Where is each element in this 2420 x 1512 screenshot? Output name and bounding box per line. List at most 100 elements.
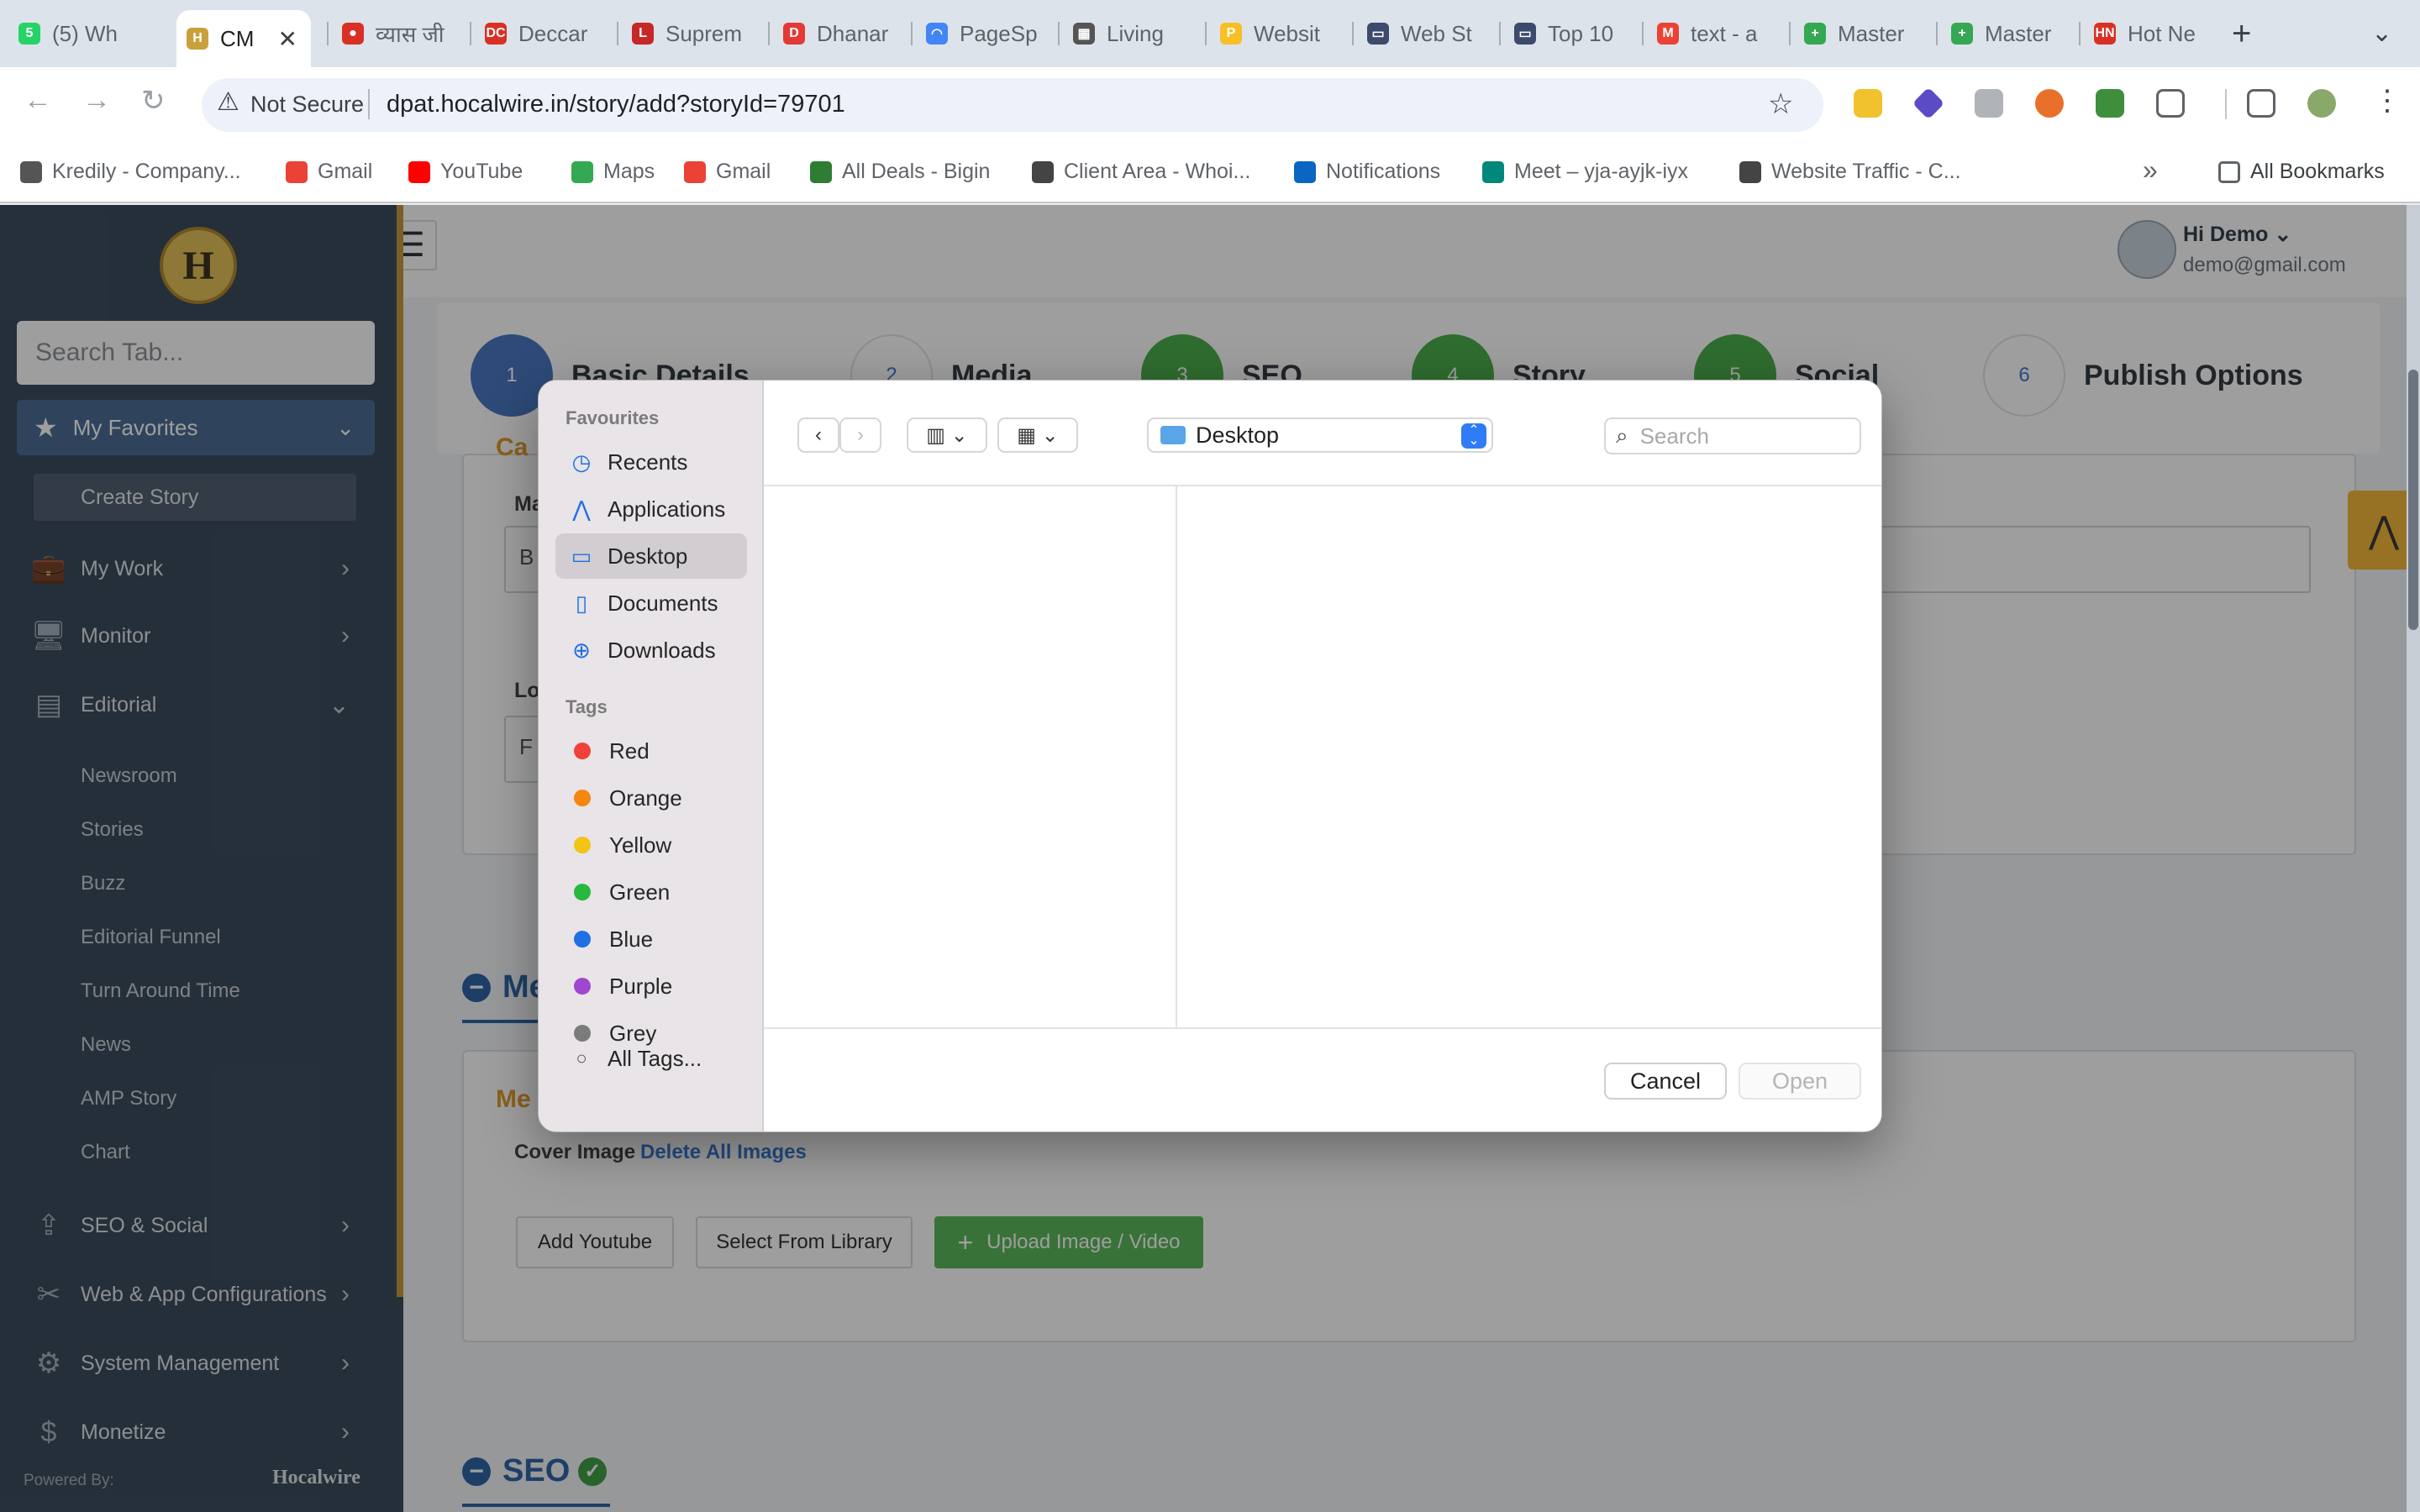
browser-tab[interactable]: HN Hot Ne: [2084, 12, 2227, 55]
forward-chevron-icon[interactable]: ›: [839, 417, 881, 453]
toolbar-divider: [2225, 89, 2227, 119]
tag-red[interactable]: Red: [555, 728, 747, 774]
bookmark-star-icon[interactable]: ☆: [1768, 87, 1793, 121]
tab-search-button[interactable]: ⌄: [2371, 18, 2392, 48]
tag-blue[interactable]: Blue: [555, 916, 747, 962]
bookmark-favicon-icon: [571, 160, 593, 183]
tab-separator: [2079, 22, 2081, 45]
bookmark-favicon-icon: [1482, 160, 1504, 183]
desktop-icon: ▭: [571, 543, 592, 569]
camera-extension-icon[interactable]: [1975, 89, 2003, 118]
tab-favicon-icon: HN: [2094, 23, 2116, 45]
bookmark-label: All Deals - Bigin: [842, 160, 991, 183]
tag-purple[interactable]: Purple: [555, 963, 747, 1009]
tab-title: Suprem: [666, 20, 743, 46]
tag-orange[interactable]: Orange: [555, 775, 747, 821]
tab-title: PageSp: [960, 20, 1038, 46]
tag-label: Blue: [609, 926, 654, 952]
sidebar-item-downloads[interactable]: ⊕ Downloads: [555, 627, 747, 673]
bookmark-label: YouTube: [440, 160, 523, 183]
bookmark-favicon-icon: [20, 160, 42, 183]
bookmark-item[interactable]: Meet – yja-ayjk-iyx: [1482, 160, 1688, 184]
cancel-button[interactable]: Cancel: [1604, 1063, 1727, 1100]
file-open-dialog: Favourites ◷ Recents ⋀ Applications ▭ Desktop…: [538, 380, 1882, 1132]
warning-icon[interactable]: ⚠: [217, 87, 239, 117]
updown-stepper-icon: ⌃ ⌄: [1461, 423, 1486, 449]
bookmark-item[interactable]: Website Traffic - C...: [1739, 160, 1961, 184]
bookmark-favicon-icon: [286, 160, 308, 183]
browser-tab[interactable]: DC Deccar: [475, 12, 618, 55]
sidebar-item-applications[interactable]: ⋀ Applications: [555, 486, 747, 532]
tag-green[interactable]: Green: [555, 869, 747, 915]
browser-tab[interactable]: ● व्यास जी: [332, 12, 475, 55]
location-dropdown[interactable]: Desktop ⌃ ⌄: [1147, 417, 1493, 453]
bookmark-item[interactable]: Kredily - Company...: [20, 160, 241, 184]
url-text[interactable]: dpat.hocalwire.in/story/add?storyId=7970…: [387, 91, 845, 118]
browser-tab[interactable]: P Websit: [1210, 12, 1353, 55]
bookmark-item[interactable]: Maps: [571, 160, 655, 184]
back-icon[interactable]: ←: [24, 84, 52, 117]
sidebar-item-recents[interactable]: ◷ Recents: [555, 439, 747, 485]
tab-favicon-icon: M: [1657, 23, 1679, 45]
page-scroll-thumb[interactable]: [2408, 370, 2418, 630]
browser-tab[interactable]: + Master: [1794, 12, 1937, 55]
new-tab-button[interactable]: +: [2232, 15, 2251, 53]
bookmark-item[interactable]: Gmail: [684, 160, 771, 184]
forward-icon[interactable]: →: [82, 84, 111, 117]
tab-favicon-icon: ●: [342, 23, 364, 45]
extension-icon[interactable]: [2035, 89, 2064, 118]
browser-tab[interactable]: 5 (5) Wh: [8, 12, 151, 55]
tab-title: Living: [1107, 20, 1164, 46]
sidebar-item-label: Downloads: [608, 637, 716, 663]
bookmark-item[interactable]: Notifications: [1294, 160, 1440, 184]
browser-tab[interactable]: ◠ PageSp: [916, 12, 1059, 55]
bookmark-label: Website Traffic - C...: [1771, 160, 1961, 183]
bookmark-favicon-icon: [684, 160, 706, 183]
browser-tab[interactable]: D Dhanar: [773, 12, 916, 55]
back-chevron-icon[interactable]: ‹: [797, 417, 839, 453]
browser-tab[interactable]: ▭ Web St: [1357, 12, 1500, 55]
extension-icon[interactable]: [2096, 89, 2124, 118]
tag-color-dot-icon: [574, 884, 591, 900]
bookmark-item[interactable]: YouTube: [408, 160, 523, 184]
browser-tab[interactable]: Mtext - a: [1647, 12, 1790, 55]
close-tab-icon[interactable]: ✕: [278, 25, 297, 53]
profile-avatar[interactable]: [2307, 89, 2336, 118]
browser-tab[interactable]: ▦ Living: [1063, 12, 1206, 55]
extension-icon[interactable]: [1854, 89, 1882, 118]
browser-menu-icon[interactable]: ⋮: [2373, 84, 2402, 118]
browser-tab[interactable]: L Suprem: [622, 12, 765, 55]
browser-tab[interactable]: ▭ Top 10: [1504, 12, 1647, 55]
tab-separator: [327, 22, 329, 45]
open-button[interactable]: Open: [1739, 1063, 1861, 1100]
tab-favicon-icon: L: [632, 23, 654, 45]
more-bookmarks-button[interactable]: »: [2143, 155, 2158, 186]
sidebar-item-documents[interactable]: ▯ Documents: [555, 580, 747, 626]
sidebar-item-label: Applications: [608, 496, 726, 522]
tag-color-dot-icon: [574, 931, 591, 948]
dialog-search-input[interactable]: ⌕ Search: [1604, 417, 1861, 454]
bookmark-item[interactable]: Gmail: [286, 160, 372, 184]
side-panel-icon[interactable]: [2247, 89, 2275, 118]
column-divider[interactable]: [1176, 486, 1177, 1027]
tag-label: Orange: [609, 785, 682, 811]
all-tags-item[interactable]: ○ All Tags...: [555, 1036, 747, 1081]
sidebar-item-desktop[interactable]: ▭ Desktop: [555, 533, 747, 579]
dialog-main: ‹ › ▥ ⌄ ▦ ⌄ Desktop ⌃ ⌄ ⌕ Search Cancel O…: [764, 381, 1881, 1131]
tab-title: CM: [220, 25, 255, 51]
bookmark-item[interactable]: All Deals - Bigin: [810, 160, 990, 184]
grid-group-icon[interactable]: ▦ ⌄: [997, 417, 1078, 453]
reload-icon[interactable]: ↻: [141, 84, 166, 118]
tab-favicon-icon: ▦: [1073, 23, 1095, 45]
browser-tab[interactable]: + Master: [1941, 12, 2084, 55]
tag-yellow[interactable]: Yellow: [555, 822, 747, 868]
not-secure-label[interactable]: Not Secure: [250, 92, 364, 118]
tab-title: Web St: [1401, 20, 1472, 46]
tab-separator: [1499, 22, 1501, 45]
browser-tab[interactable]: H CM ✕: [176, 10, 311, 67]
all-bookmarks-button[interactable]: All Bookmarks: [2218, 160, 2385, 184]
tag-color-dot-icon: [574, 743, 591, 759]
column-view-icon[interactable]: ▥ ⌄: [907, 417, 987, 453]
bookmark-item[interactable]: Client Area - Whoi...: [1032, 160, 1250, 184]
extensions-puzzle-icon[interactable]: [2156, 89, 2185, 118]
